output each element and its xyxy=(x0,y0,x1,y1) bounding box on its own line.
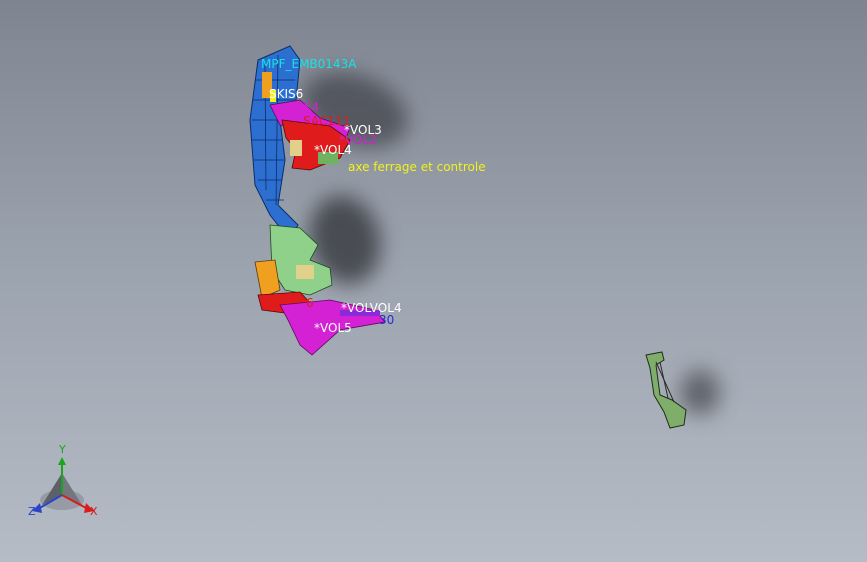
label-axe-ferrage: axe ferrage et controle xyxy=(348,160,486,174)
label-six: 6 xyxy=(306,296,314,310)
small-part-cable-2 xyxy=(659,361,669,399)
main-assembly-model[interactable] xyxy=(0,0,867,562)
tan-insert-top[interactable] xyxy=(290,140,302,156)
label-30: 30 xyxy=(379,313,395,327)
triad-x-label: X xyxy=(90,505,98,518)
label-skis6: SKIS6 xyxy=(269,87,304,101)
triad-y-label: Y xyxy=(59,443,66,456)
label-part-name: MPF_EMB0143A xyxy=(261,57,357,71)
tan-insert-lower[interactable] xyxy=(296,265,314,279)
axis-triad[interactable]: Y X Z xyxy=(20,443,110,525)
label-vol5: *VOL5 xyxy=(314,321,352,335)
label-sk4: SK4 xyxy=(296,100,320,114)
3d-viewport[interactable]: MPF_EMB0143A SKIS6 SK4 SAC111 *VOL3 *VOL… xyxy=(0,0,867,562)
label-vol4-top: *VOL4 xyxy=(314,143,352,157)
triad-z-label: Z xyxy=(28,505,36,518)
orange-part-lower[interactable] xyxy=(254,259,281,299)
